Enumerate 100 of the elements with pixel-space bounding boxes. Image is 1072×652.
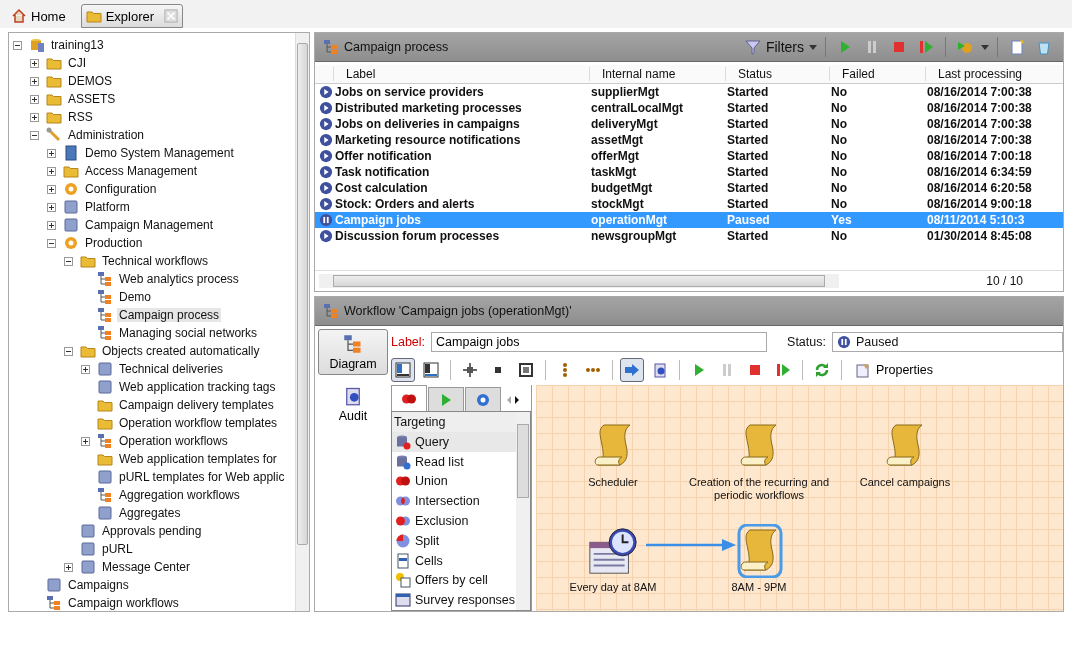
- label-field[interactable]: Campaign jobs: [431, 332, 768, 352]
- layout-icon: [423, 362, 439, 378]
- tree-item[interactable]: Operation workflows: [117, 434, 230, 448]
- tree-item[interactable]: pURL templates for Web applic: [117, 470, 287, 484]
- scrollbar[interactable]: [516, 412, 530, 610]
- expand-toggle[interactable]: [81, 436, 90, 446]
- tree-item[interactable]: Technical deliveries: [117, 362, 226, 376]
- tree-item[interactable]: Objects created automatically: [100, 344, 262, 358]
- workflow-icon: [97, 325, 113, 341]
- expand-toggle[interactable]: [13, 40, 22, 50]
- expand-toggle[interactable]: [64, 562, 73, 572]
- expand-toggle[interactable]: [47, 202, 56, 212]
- tree-item[interactable]: Approvals pending: [100, 524, 204, 538]
- properties-button[interactable]: Properties: [849, 361, 939, 379]
- filter-icon[interactable]: [744, 39, 761, 55]
- layout-button[interactable]: [391, 358, 415, 382]
- table-cell-text: No: [830, 101, 848, 115]
- tree-item[interactable]: Campaign process: [117, 308, 222, 322]
- palette-item[interactable]: Cells: [392, 550, 516, 571]
- tree-item[interactable]: pURL: [100, 542, 135, 556]
- tree-item[interactable]: Operation workflow templates: [117, 416, 280, 430]
- table-cell-text: No: [830, 117, 848, 131]
- tree-item[interactable]: Message Center: [100, 560, 193, 574]
- folder-icon: [46, 73, 62, 89]
- expand-toggle[interactable]: [30, 94, 39, 104]
- palette-item[interactable]: Split: [392, 530, 516, 551]
- table-row[interactable]: Task notification taskMgt Started No 08/16/2014 6:34:59: [315, 164, 1063, 180]
- table-row[interactable]: Cost calculation budgetMgt Started No 08/16/2014 6:20:58: [315, 180, 1063, 196]
- table-row[interactable]: Distributed marketing processes centralLocalMgt Started No 08/16/2014 7:00:38: [315, 100, 1063, 116]
- palette-item[interactable]: Intersection: [392, 491, 516, 512]
- expand-toggle[interactable]: [47, 220, 56, 230]
- tree-item[interactable]: Aggregates: [117, 506, 183, 520]
- tree-item[interactable]: DEMOS: [66, 74, 114, 88]
- tree-item[interactable]: Web application templates for: [117, 452, 279, 466]
- tab[interactable]: Explorer: [80, 4, 184, 28]
- expand-toggle[interactable]: [30, 58, 39, 68]
- expand-toggle[interactable]: [30, 112, 39, 122]
- tree-item[interactable]: Administration: [66, 128, 147, 142]
- filters-button[interactable]: Filters: [765, 39, 804, 55]
- caret-icon[interactable]: [981, 44, 989, 50]
- field-label: Label:: [391, 335, 426, 349]
- expand-toggle[interactable]: [47, 148, 56, 158]
- tree-item[interactable]: Demo System Management: [83, 146, 236, 160]
- tree-item[interactable]: ASSETS: [66, 92, 118, 106]
- expand-toggle[interactable]: [47, 238, 56, 248]
- table-row[interactable]: Discussion forum processes newsgroupMgt Started No 01/30/2014 8:45:08: [315, 228, 1063, 244]
- tree-item[interactable]: Managing social networks: [117, 326, 260, 340]
- tree-item[interactable]: RSS: [66, 110, 95, 124]
- tree-item[interactable]: Web application tracking tags: [117, 380, 278, 394]
- tree-item[interactable]: Web analytics process: [117, 272, 241, 286]
- table-cell-text: Offer notification: [334, 149, 433, 163]
- tree-item[interactable]: CJI: [66, 56, 88, 70]
- palette-item[interactable]: Read list: [392, 451, 516, 472]
- column-header[interactable]: Internal name: [589, 67, 725, 81]
- table-row[interactable]: Jobs on deliveries in campaigns deliveryMgt Started No 08/16/2014 7:00:38: [315, 116, 1063, 132]
- tree-item[interactable]: Access Management: [83, 164, 200, 178]
- tree-item[interactable]: training13: [49, 38, 106, 52]
- arrow-button[interactable]: [620, 358, 644, 382]
- document-icon[interactable]: [1009, 39, 1025, 55]
- document-icon: [63, 217, 79, 233]
- tree-item[interactable]: Production: [83, 236, 145, 250]
- column-header[interactable]: Failed: [829, 67, 925, 81]
- expand-toggle[interactable]: [47, 184, 56, 194]
- expand-toggle[interactable]: [47, 166, 56, 176]
- tree-item[interactable]: Platform: [83, 200, 132, 214]
- table-row[interactable]: Jobs on service providers supplierMgt Started No 08/16/2014 7:00:38: [315, 84, 1063, 100]
- view-button[interactable]: Diagram: [318, 329, 388, 375]
- caret-icon[interactable]: [809, 44, 817, 50]
- column-header[interactable]: Last processing: [925, 67, 1063, 81]
- view-button[interactable]: Audit: [318, 381, 388, 427]
- expand-toggle[interactable]: [64, 346, 73, 356]
- tree-item[interactable]: Aggregation workflows: [117, 488, 242, 502]
- scrollbar[interactable]: [319, 274, 839, 288]
- palette-tab[interactable]: [391, 385, 427, 411]
- tab[interactable]: Home: [6, 4, 77, 28]
- tree-item[interactable]: Technical workflows: [100, 254, 211, 268]
- expand-toggle[interactable]: [30, 76, 39, 86]
- tree-item[interactable]: Configuration: [83, 182, 159, 196]
- palette-item[interactable]: Exclusion: [392, 511, 516, 531]
- tree-item[interactable]: Campaign workflows: [66, 596, 181, 610]
- column-header[interactable]: Status: [725, 67, 829, 81]
- palette-item[interactable]: Union: [392, 471, 516, 492]
- column-header[interactable]: Label: [333, 67, 589, 81]
- expand-toggle[interactable]: [64, 256, 73, 266]
- table-row[interactable]: Marketing resource notifications assetMgt Started No 08/16/2014 7:00:38: [315, 132, 1063, 148]
- table-row[interactable]: Offer notification offerMgt Started No 08/16/2014 7:00:18: [315, 148, 1063, 164]
- tree-item[interactable]: Campaigns: [66, 578, 131, 592]
- palette-item[interactable]: Query: [392, 432, 516, 452]
- table-cell-text: No: [830, 181, 848, 195]
- tree-item[interactable]: Campaign Management: [83, 218, 216, 232]
- expand-toggle[interactable]: [30, 130, 39, 140]
- status-field[interactable]: Paused: [832, 332, 1063, 352]
- expand-toggle[interactable]: [81, 364, 90, 374]
- scrollbar[interactable]: [295, 33, 309, 611]
- palette-item[interactable]: Offers by cell: [392, 570, 516, 591]
- table-row[interactable]: Stock: Orders and alerts stockMgt Started No 08/16/2014 9:00:18: [315, 196, 1063, 212]
- tree-item[interactable]: Demo: [117, 290, 153, 304]
- palette-item[interactable]: Survey responses: [392, 590, 516, 610]
- tree-item[interactable]: Campaign delivery templates: [117, 398, 276, 412]
- palette-tab[interactable]: [465, 387, 501, 411]
